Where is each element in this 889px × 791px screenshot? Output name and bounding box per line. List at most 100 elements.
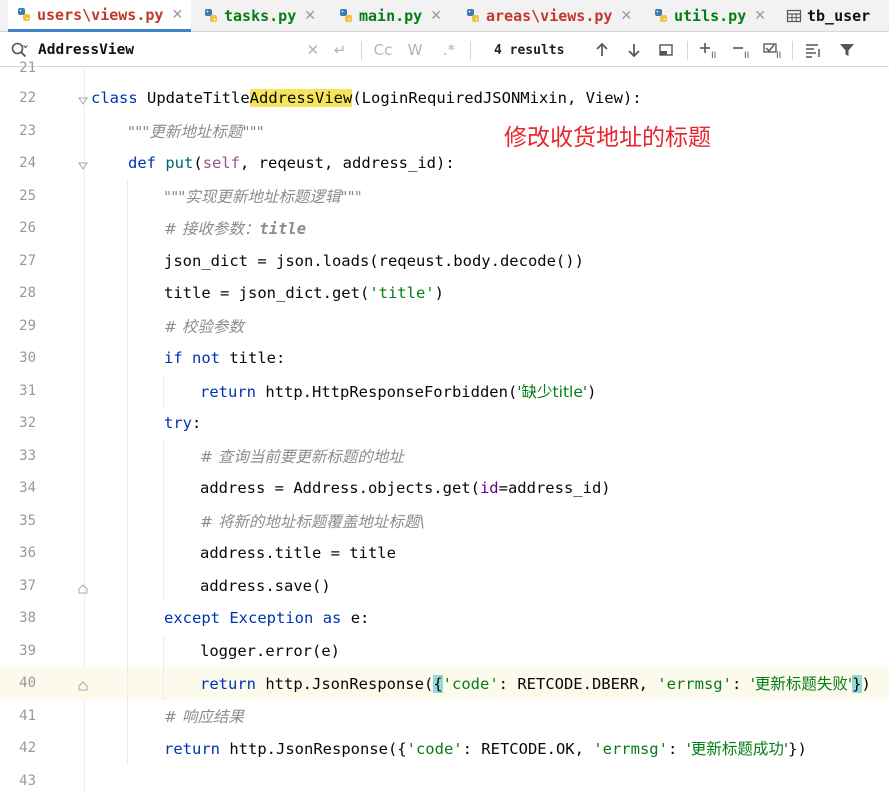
close-icon[interactable]: ✕: [620, 8, 632, 24]
tab-label: main.py: [359, 7, 423, 25]
code-line: 41 # 响应结果: [0, 699, 889, 732]
code-text: # 响应结果: [164, 707, 244, 726]
line-number: 23: [19, 122, 36, 139]
code-line: 21: [0, 52, 889, 85]
code-line: 22 class UpdateTitleAddressView(LoginReq…: [0, 82, 889, 115]
line-number: 28: [19, 285, 36, 302]
code-line: 29 # 校验参数: [0, 309, 889, 342]
line-number: 30: [19, 350, 36, 367]
code-text: json_dict = json.loads(reqeust.body.deco…: [164, 251, 584, 270]
tab-tb-user[interactable]: tb_user: [786, 0, 870, 32]
code-text: return http.JsonResponse({'code': RETCOD…: [164, 740, 807, 759]
editor-tab-bar: users\views.py ✕ tasks.py ✕ main.py ✕ ar…: [0, 0, 889, 32]
close-icon[interactable]: ✕: [171, 7, 183, 23]
code-text: def put(self, reqeust, address_id):: [128, 154, 455, 173]
line-number: 39: [19, 642, 36, 659]
fold-end-icon[interactable]: [77, 580, 89, 594]
line-number: 41: [19, 707, 36, 724]
line-number: 37: [19, 577, 36, 594]
code-text: class UpdateTitleAddressView(LoginRequir…: [91, 89, 642, 108]
code-line: 31 return http.HttpResponseForbidden('缺少…: [0, 374, 889, 407]
line-number: 40: [19, 675, 36, 692]
code-text: # 查询当前要更新标题的地址: [200, 447, 404, 466]
line-number: 36: [19, 545, 36, 562]
code-text: # 校验参数: [164, 317, 244, 336]
line-number: 25: [19, 187, 36, 204]
line-number: 31: [19, 382, 36, 399]
code-text: return http.JsonResponse({'code': RETCOD…: [200, 675, 871, 694]
code-line: 23 """更新地址标题""": [0, 115, 889, 148]
code-editor[interactable]: 21 22 class UpdateTitleAddressView(Login…: [0, 60, 889, 791]
tab-users-views[interactable]: users\views.py ✕: [8, 0, 191, 32]
annotation-text: 修改收货地址的标题: [504, 125, 711, 151]
tab-label: users\views.py: [37, 5, 164, 24]
code-line: 24 def put(self, reqeust, address_id):: [0, 147, 889, 180]
code-line: 36 address.title = title: [0, 537, 889, 570]
tab-main[interactable]: main.py ✕: [338, 0, 442, 32]
line-number: 29: [19, 317, 36, 334]
code-line: 35 # 将新的地址标题覆盖地址标题\: [0, 504, 889, 537]
code-line: 26 # 接收参数：title: [0, 212, 889, 245]
python-file-icon: [16, 7, 32, 23]
code-line: 37 address.save(): [0, 569, 889, 602]
code-line: 32 try:: [0, 407, 889, 440]
code-line: 34 address = Address.objects.get(id=addr…: [0, 472, 889, 505]
code-text: address = Address.objects.get(id=address…: [200, 479, 611, 498]
table-icon: [786, 8, 802, 24]
close-icon[interactable]: ✕: [754, 8, 766, 24]
code-text: except Exception as e:: [164, 609, 370, 628]
tab-label: utils.py: [674, 7, 747, 25]
line-number: 43: [19, 772, 36, 789]
code-line: 43: [0, 765, 889, 791]
close-icon[interactable]: ✕: [304, 8, 316, 24]
python-file-icon: [465, 8, 481, 24]
code-text: return http.HttpResponseForbidden('缺少tit…: [200, 382, 597, 401]
tab-tasks[interactable]: tasks.py ✕: [203, 0, 316, 32]
tab-areas-views[interactable]: areas\views.py ✕: [465, 0, 632, 32]
code-text: try:: [164, 414, 202, 433]
code-line: 42 return http.JsonResponse({'code': RET…: [0, 732, 889, 765]
code-line: 39 logger.error(e): [0, 634, 889, 667]
line-number: 42: [19, 740, 36, 757]
code-text: logger.error(e): [200, 641, 340, 660]
python-file-icon: [203, 8, 219, 24]
matched-brace: }: [852, 675, 862, 694]
line-number: 32: [19, 415, 36, 432]
code-line: 38 except Exception as e:: [0, 602, 889, 635]
code-text: address.save(): [200, 576, 331, 595]
tab-utils[interactable]: utils.py ✕: [653, 0, 766, 32]
fold-end-icon[interactable]: [77, 677, 89, 691]
tab-label: tasks.py: [224, 7, 297, 25]
code-text: if not title:: [164, 349, 286, 368]
python-file-icon: [653, 8, 669, 24]
line-number: 35: [19, 512, 36, 529]
code-text: # 接收参数：title: [164, 220, 307, 239]
line-number: 26: [19, 220, 36, 237]
line-number: 27: [19, 252, 36, 269]
search-match: AddressView: [249, 89, 353, 108]
close-icon[interactable]: ✕: [430, 8, 442, 24]
current-code-line: 40 return http.JsonResponse({'code': RET…: [0, 667, 889, 700]
code-line: 25 """实现更新地址标题逻辑""": [0, 179, 889, 212]
matched-brace: {: [433, 675, 443, 694]
code-text: address.title = title: [200, 544, 396, 563]
code-text: title = json_dict.get('title'): [164, 284, 444, 303]
code-text: # 将新的地址标题覆盖地址标题\: [200, 512, 425, 531]
python-file-icon: [338, 8, 354, 24]
code-line: 27 json_dict = json.loads(reqeust.body.d…: [0, 244, 889, 277]
tab-label: areas\views.py: [486, 7, 613, 25]
code-line: 33 # 查询当前要更新标题的地址: [0, 439, 889, 472]
tab-label: tb_user: [807, 7, 871, 25]
fold-icon[interactable]: [77, 157, 89, 171]
fold-icon[interactable]: [77, 92, 89, 106]
code-line: 28 title = json_dict.get('title'): [0, 277, 889, 310]
line-number: 22: [19, 90, 36, 107]
code-text: """实现更新地址标题逻辑""": [164, 187, 362, 206]
line-number: 34: [19, 480, 36, 497]
line-number: 38: [19, 610, 36, 627]
code-line: 30 if not title:: [0, 342, 889, 375]
line-number: 24: [19, 155, 36, 172]
code-text: """更新地址标题""": [128, 122, 264, 141]
line-number: 33: [19, 447, 36, 464]
line-number: 21: [19, 60, 36, 77]
